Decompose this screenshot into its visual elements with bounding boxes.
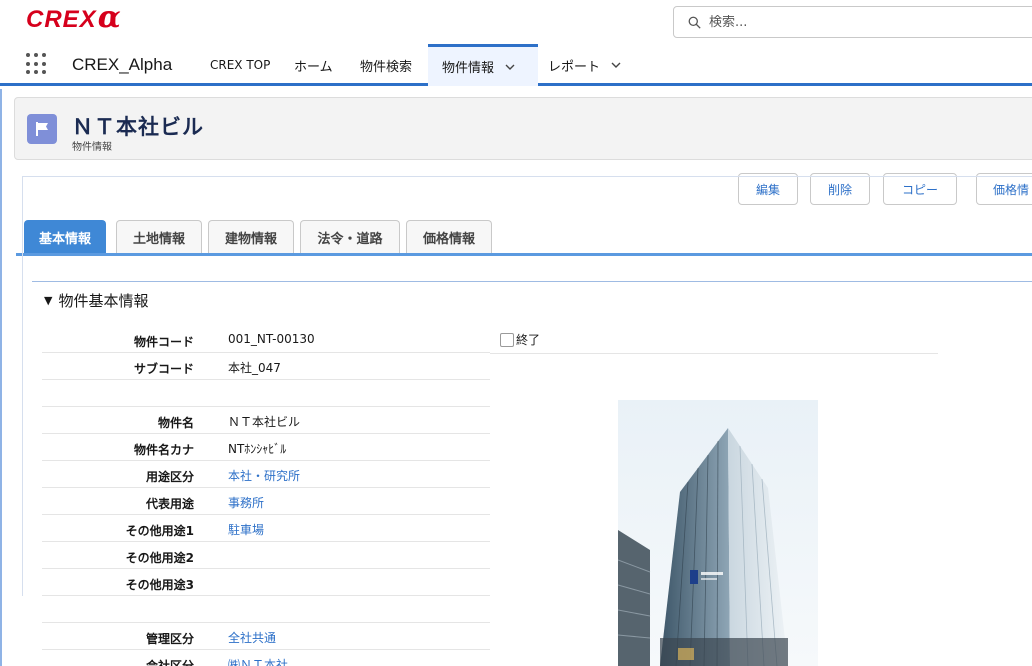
field-value: 001_NT-00130	[228, 332, 315, 346]
nav-item-label: レポート	[548, 59, 601, 75]
flag-icon	[27, 114, 57, 144]
nav-item-label: 物件検索	[360, 59, 413, 75]
logo-alpha: α	[97, 0, 121, 35]
field-row-other-usage-1: その他用途1 駐車場	[42, 515, 490, 542]
record-type: 物件情報	[72, 142, 112, 153]
building-photo	[618, 400, 818, 666]
app-navigation: CREX_Alpha CREX TOP ホーム 物件検索 物件情報 レポート	[0, 44, 1032, 86]
app-name: CREX_Alpha	[72, 55, 173, 74]
field-value-link[interactable]: 全社共通	[228, 629, 276, 646]
ended-checkbox-label: 終了	[516, 333, 541, 347]
field-value: 本社_047	[228, 361, 281, 375]
collapse-triangle-icon[interactable]: ▼	[44, 294, 52, 307]
field-value-link[interactable]: 本社・研究所	[228, 467, 300, 484]
field-label: 物件コード	[133, 335, 194, 349]
field-value: ＮＴ本社ビル	[228, 415, 301, 429]
logo-text: CREX	[26, 6, 97, 33]
nav-item-label: 物件情報	[442, 61, 495, 76]
field-label: 会社区分	[145, 659, 194, 666]
row-divider	[490, 353, 938, 354]
global-search[interactable]	[673, 6, 1032, 38]
nav-item-label: CREX TOP	[210, 58, 271, 72]
ended-checkbox-field[interactable]: 終了	[500, 331, 540, 348]
field-row-property-name-kana: 物件名カナ NTﾎﾝｼｬﾋﾞﾙ	[42, 434, 490, 461]
field-label: 物件名	[157, 416, 194, 430]
field-label: 代表用途	[145, 497, 194, 511]
field-label: 用途区分	[145, 470, 194, 484]
section-header-basic-info[interactable]: ▼ 物件基本情報	[44, 290, 148, 311]
section-divider	[32, 281, 1032, 282]
field-row-other-usage-3: その他用途3	[42, 569, 490, 596]
field-row-usage-category: 用途区分 本社・研究所	[42, 461, 490, 488]
field-row-management-category: 管理区分 全社共通	[42, 623, 490, 650]
nav-item-crex-top[interactable]: CREX TOP	[202, 44, 278, 86]
crex-alpha-logo[interactable]: CREX α	[26, 0, 121, 36]
field-label: 管理区分	[145, 632, 194, 646]
field-value-link[interactable]: ㈱ＮＴ本社	[228, 656, 288, 666]
chevron-down-icon[interactable]	[504, 61, 516, 73]
nav-item-label: ホーム	[294, 59, 333, 75]
field-value-link[interactable]: 事務所	[228, 494, 264, 511]
field-value: NTﾎﾝｼｬﾋﾞﾙ	[228, 442, 287, 456]
field-row-blank	[42, 380, 490, 407]
field-label: その他用途1	[125, 524, 194, 538]
field-row-blank	[42, 596, 490, 623]
record-header: ＮＴ本社ビル 物件情報	[14, 97, 1032, 160]
field-label: その他用途3	[125, 578, 194, 592]
field-label: その他用途2	[125, 551, 194, 565]
field-row-company-category: 会社区分 ㈱ＮＴ本社	[42, 650, 490, 666]
record-title: ＮＴ本社ビル	[72, 115, 204, 139]
nav-item-property-info[interactable]: 物件情報	[428, 44, 538, 86]
nav-item-property-search[interactable]: 物件検索	[352, 44, 420, 86]
field-row-property-name: 物件名 ＮＴ本社ビル	[42, 407, 490, 434]
field-row-property-code: 物件コード 001_NT-00130	[42, 326, 490, 353]
section-title: 物件基本情報	[58, 292, 149, 310]
field-label: サブコード	[133, 362, 194, 376]
search-icon	[688, 16, 701, 29]
field-row-main-usage: 代表用途 事務所	[42, 488, 490, 515]
nav-item-report[interactable]: レポート	[540, 44, 630, 86]
chevron-down-icon[interactable]	[610, 59, 622, 71]
field-value-link[interactable]: 駐車場	[228, 521, 264, 538]
app-launcher-icon[interactable]	[26, 53, 48, 75]
field-row-other-usage-2: その他用途2	[42, 542, 490, 569]
field-row-sub-code: サブコード 本社_047	[42, 353, 490, 380]
nav-item-home[interactable]: ホーム	[286, 44, 341, 86]
field-label: 物件名カナ	[133, 443, 194, 457]
global-header: CREX α	[0, 0, 1032, 44]
ended-checkbox[interactable]	[500, 332, 514, 347]
search-input[interactable]	[709, 14, 1009, 30]
